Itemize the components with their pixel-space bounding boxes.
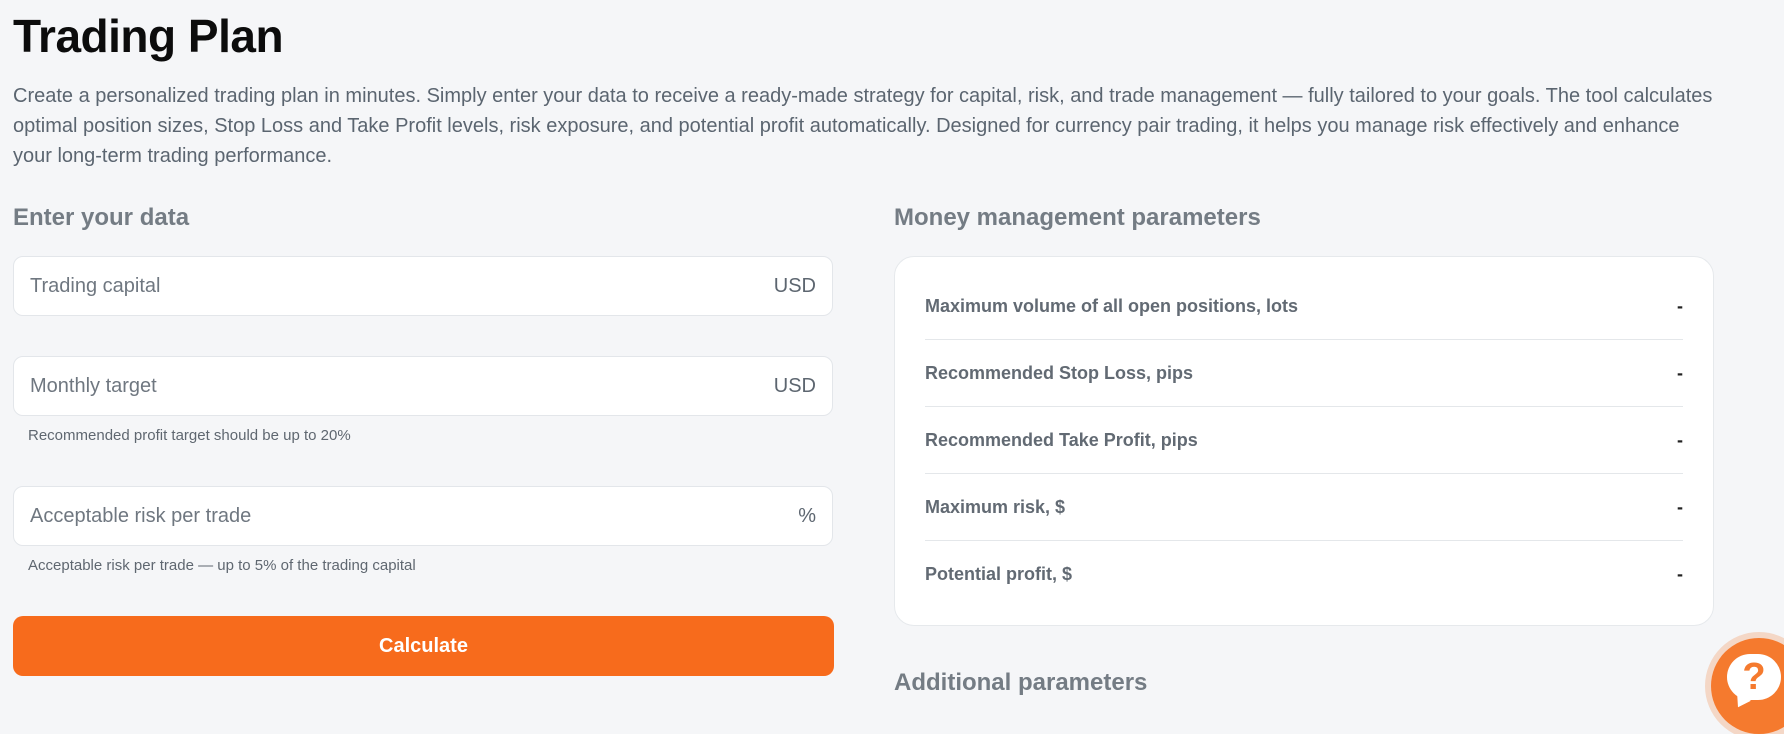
param-value: - xyxy=(1677,563,1683,584)
risk-per-trade-hint: Acceptable risk per trade — up to 5% of … xyxy=(28,557,416,574)
risk-per-trade-unit: % xyxy=(798,504,816,527)
param-value: - xyxy=(1677,496,1683,517)
param-label: Maximum volume of all open positions, lo… xyxy=(925,295,1299,316)
enter-data-heading: Enter your data xyxy=(13,204,190,231)
param-label: Recommended Stop Loss, pips xyxy=(925,362,1194,383)
param-label: Potential profit, $ xyxy=(925,563,1073,584)
param-row-max-volume: Maximum volume of all open positions, lo… xyxy=(925,273,1683,340)
param-row-stop-loss: Recommended Stop Loss, pips - xyxy=(925,340,1683,407)
trading-capital-unit: USD xyxy=(773,274,816,297)
param-label: Recommended Take Profit, pips xyxy=(925,429,1198,450)
monthly-target-unit: USD xyxy=(773,374,816,397)
param-value: - xyxy=(1677,429,1683,450)
question-chat-icon: ? xyxy=(1727,654,1781,700)
param-label: Maximum risk, $ xyxy=(925,496,1066,517)
calculate-button[interactable]: Calculate xyxy=(13,616,834,676)
help-chat-button[interactable]: ? xyxy=(1711,638,1784,734)
money-management-heading: Money management parameters xyxy=(894,204,1261,231)
risk-per-trade-field[interactable]: % xyxy=(13,486,833,546)
param-value: - xyxy=(1677,295,1683,316)
param-row-take-profit: Recommended Take Profit, pips - xyxy=(925,407,1683,474)
trading-capital-input[interactable] xyxy=(30,257,774,315)
param-value: - xyxy=(1677,362,1683,383)
page-title: Trading Plan xyxy=(13,10,284,62)
monthly-target-hint: Recommended profit target should be up t… xyxy=(28,427,351,444)
monthly-target-field[interactable]: USD xyxy=(13,356,833,416)
param-row-max-risk: Maximum risk, $ - xyxy=(925,474,1683,541)
param-row-potential-profit: Potential profit, $ - xyxy=(925,541,1683,607)
monthly-target-input[interactable] xyxy=(30,357,774,415)
trading-capital-field[interactable]: USD xyxy=(13,256,833,316)
page-description: Create a personalized trading plan in mi… xyxy=(13,85,1713,167)
money-management-card: Maximum volume of all open positions, lo… xyxy=(894,256,1714,626)
risk-per-trade-input[interactable] xyxy=(30,487,799,545)
additional-parameters-heading: Additional parameters xyxy=(894,669,1148,696)
